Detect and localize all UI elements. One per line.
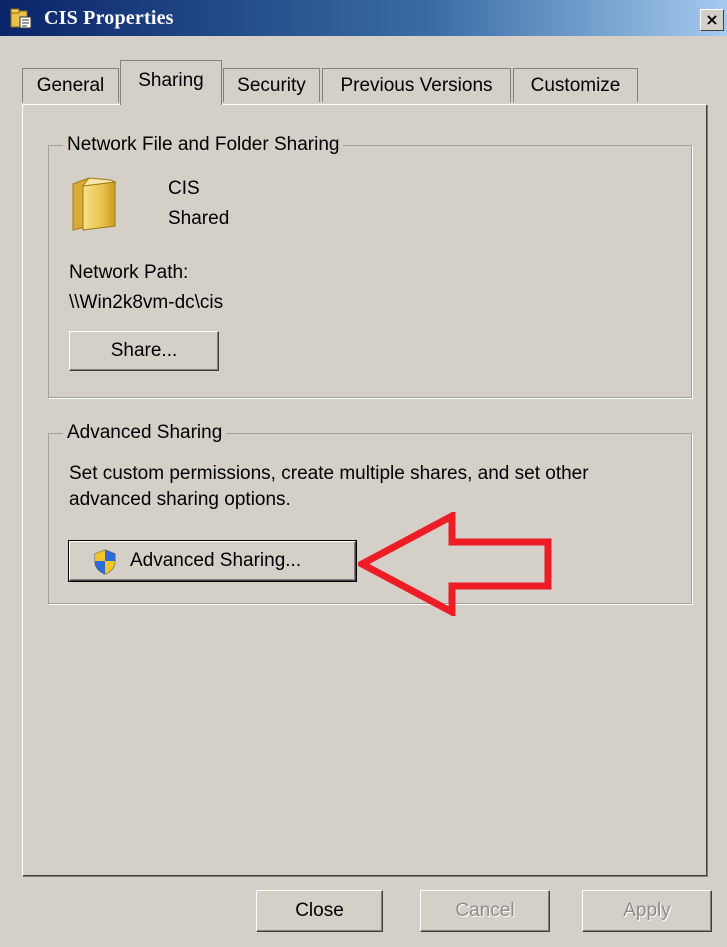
red-arrow-annotation [358, 512, 552, 616]
close-window-button[interactable]: × [700, 9, 724, 31]
advanced-sharing-button[interactable]: Advanced Sharing... [68, 540, 357, 582]
network-path-label: Network Path: [69, 262, 189, 283]
advanced-sharing-legend: Advanced Sharing [63, 422, 227, 444]
properties-window: CIS Properties × General Sharing Securit… [0, 0, 727, 947]
advanced-sharing-description-2: advanced sharing options. [69, 489, 291, 510]
shared-folder-icon [72, 177, 117, 231]
apply-button[interactable]: Apply [582, 890, 712, 932]
advanced-sharing-button-label: Advanced Sharing... [130, 550, 302, 571]
window-title: CIS Properties [44, 7, 174, 29]
network-path-value: \\Win2k8vm-dc\cis [69, 292, 224, 313]
tab-customize[interactable]: Customize [513, 68, 638, 102]
tab-sharing[interactable]: Sharing [120, 60, 222, 105]
title-bar[interactable]: CIS Properties × [0, 0, 727, 36]
folder-status: Shared [168, 208, 230, 229]
tab-previous-versions[interactable]: Previous Versions [322, 68, 511, 102]
network-sharing-legend: Network File and Folder Sharing [63, 134, 344, 156]
tab-general[interactable]: General [22, 68, 119, 102]
uac-shield-icon [94, 549, 116, 575]
tab-security[interactable]: Security [223, 68, 320, 102]
folder-name: CIS [168, 178, 200, 199]
cancel-button[interactable]: Cancel [420, 890, 550, 932]
close-button[interactable]: Close [256, 890, 383, 932]
folder-properties-icon [10, 8, 32, 29]
share-button[interactable]: Share... [69, 331, 219, 371]
advanced-sharing-description-1: Set custom permissions, create multiple … [69, 463, 589, 484]
